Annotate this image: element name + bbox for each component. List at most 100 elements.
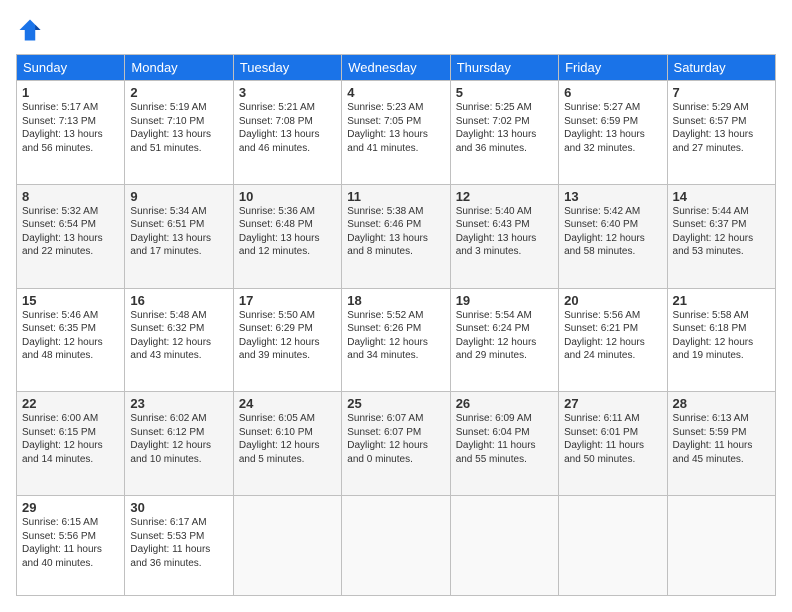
day-info: Sunrise: 5:54 AM Sunset: 6:24 PM Dayligh… xyxy=(456,309,553,363)
day-info: Sunrise: 5:29 AM Sunset: 6:57 PM Dayligh… xyxy=(673,101,770,155)
calendar-cell xyxy=(559,496,667,596)
day-number: 12 xyxy=(456,189,553,204)
day-info: Sunrise: 6:09 AM Sunset: 6:04 PM Dayligh… xyxy=(456,412,553,466)
calendar-week-1: 1Sunrise: 5:17 AM Sunset: 7:13 PM Daylig… xyxy=(17,81,776,185)
page: SundayMondayTuesdayWednesdayThursdayFrid… xyxy=(0,0,792,612)
day-number: 19 xyxy=(456,293,553,308)
day-info: Sunrise: 6:05 AM Sunset: 6:10 PM Dayligh… xyxy=(239,412,336,466)
day-info: Sunrise: 6:11 AM Sunset: 6:01 PM Dayligh… xyxy=(564,412,661,466)
day-info: Sunrise: 5:38 AM Sunset: 6:46 PM Dayligh… xyxy=(347,205,444,259)
calendar-header-thursday: Thursday xyxy=(450,55,558,81)
calendar-cell: 6Sunrise: 5:27 AM Sunset: 6:59 PM Daylig… xyxy=(559,81,667,185)
day-info: Sunrise: 5:17 AM Sunset: 7:13 PM Dayligh… xyxy=(22,101,119,155)
day-info: Sunrise: 5:52 AM Sunset: 6:26 PM Dayligh… xyxy=(347,309,444,363)
day-number: 7 xyxy=(673,85,770,100)
day-number: 2 xyxy=(130,85,227,100)
calendar-cell: 11Sunrise: 5:38 AM Sunset: 6:46 PM Dayli… xyxy=(342,184,450,288)
calendar-cell: 21Sunrise: 5:58 AM Sunset: 6:18 PM Dayli… xyxy=(667,288,775,392)
day-number: 28 xyxy=(673,396,770,411)
calendar-cell: 24Sunrise: 6:05 AM Sunset: 6:10 PM Dayli… xyxy=(233,392,341,496)
calendar-cell: 10Sunrise: 5:36 AM Sunset: 6:48 PM Dayli… xyxy=(233,184,341,288)
day-number: 29 xyxy=(22,500,119,515)
day-number: 25 xyxy=(347,396,444,411)
day-number: 14 xyxy=(673,189,770,204)
day-number: 22 xyxy=(22,396,119,411)
calendar-cell xyxy=(233,496,341,596)
calendar-cell: 8Sunrise: 5:32 AM Sunset: 6:54 PM Daylig… xyxy=(17,184,125,288)
day-info: Sunrise: 6:13 AM Sunset: 5:59 PM Dayligh… xyxy=(673,412,770,466)
calendar-cell: 12Sunrise: 5:40 AM Sunset: 6:43 PM Dayli… xyxy=(450,184,558,288)
day-info: Sunrise: 6:07 AM Sunset: 6:07 PM Dayligh… xyxy=(347,412,444,466)
calendar-cell: 16Sunrise: 5:48 AM Sunset: 6:32 PM Dayli… xyxy=(125,288,233,392)
day-info: Sunrise: 5:46 AM Sunset: 6:35 PM Dayligh… xyxy=(22,309,119,363)
day-number: 30 xyxy=(130,500,227,515)
calendar-cell: 28Sunrise: 6:13 AM Sunset: 5:59 PM Dayli… xyxy=(667,392,775,496)
calendar-cell xyxy=(342,496,450,596)
day-info: Sunrise: 5:40 AM Sunset: 6:43 PM Dayligh… xyxy=(456,205,553,259)
day-number: 15 xyxy=(22,293,119,308)
day-number: 21 xyxy=(673,293,770,308)
calendar-header-friday: Friday xyxy=(559,55,667,81)
calendar-week-3: 15Sunrise: 5:46 AM Sunset: 6:35 PM Dayli… xyxy=(17,288,776,392)
calendar-cell xyxy=(450,496,558,596)
calendar-cell: 25Sunrise: 6:07 AM Sunset: 6:07 PM Dayli… xyxy=(342,392,450,496)
day-number: 4 xyxy=(347,85,444,100)
header xyxy=(16,16,776,44)
day-info: Sunrise: 5:42 AM Sunset: 6:40 PM Dayligh… xyxy=(564,205,661,259)
day-number: 13 xyxy=(564,189,661,204)
day-number: 11 xyxy=(347,189,444,204)
calendar-cell: 17Sunrise: 5:50 AM Sunset: 6:29 PM Dayli… xyxy=(233,288,341,392)
day-number: 26 xyxy=(456,396,553,411)
day-info: Sunrise: 5:27 AM Sunset: 6:59 PM Dayligh… xyxy=(564,101,661,155)
day-info: Sunrise: 5:48 AM Sunset: 6:32 PM Dayligh… xyxy=(130,309,227,363)
day-number: 3 xyxy=(239,85,336,100)
calendar-header-tuesday: Tuesday xyxy=(233,55,341,81)
calendar-week-5: 29Sunrise: 6:15 AM Sunset: 5:56 PM Dayli… xyxy=(17,496,776,596)
day-number: 18 xyxy=(347,293,444,308)
calendar-cell: 20Sunrise: 5:56 AM Sunset: 6:21 PM Dayli… xyxy=(559,288,667,392)
calendar-cell: 3Sunrise: 5:21 AM Sunset: 7:08 PM Daylig… xyxy=(233,81,341,185)
day-number: 24 xyxy=(239,396,336,411)
calendar-cell: 26Sunrise: 6:09 AM Sunset: 6:04 PM Dayli… xyxy=(450,392,558,496)
day-info: Sunrise: 5:56 AM Sunset: 6:21 PM Dayligh… xyxy=(564,309,661,363)
day-info: Sunrise: 5:34 AM Sunset: 6:51 PM Dayligh… xyxy=(130,205,227,259)
day-info: Sunrise: 6:02 AM Sunset: 6:12 PM Dayligh… xyxy=(130,412,227,466)
calendar-table: SundayMondayTuesdayWednesdayThursdayFrid… xyxy=(16,54,776,596)
day-info: Sunrise: 5:44 AM Sunset: 6:37 PM Dayligh… xyxy=(673,205,770,259)
day-number: 27 xyxy=(564,396,661,411)
calendar-cell: 30Sunrise: 6:17 AM Sunset: 5:53 PM Dayli… xyxy=(125,496,233,596)
calendar-cell: 2Sunrise: 5:19 AM Sunset: 7:10 PM Daylig… xyxy=(125,81,233,185)
calendar-header-row: SundayMondayTuesdayWednesdayThursdayFrid… xyxy=(17,55,776,81)
calendar-cell: 18Sunrise: 5:52 AM Sunset: 6:26 PM Dayli… xyxy=(342,288,450,392)
day-number: 23 xyxy=(130,396,227,411)
day-info: Sunrise: 5:50 AM Sunset: 6:29 PM Dayligh… xyxy=(239,309,336,363)
calendar-cell: 4Sunrise: 5:23 AM Sunset: 7:05 PM Daylig… xyxy=(342,81,450,185)
day-info: Sunrise: 6:15 AM Sunset: 5:56 PM Dayligh… xyxy=(22,516,119,570)
day-number: 6 xyxy=(564,85,661,100)
calendar-week-4: 22Sunrise: 6:00 AM Sunset: 6:15 PM Dayli… xyxy=(17,392,776,496)
day-number: 17 xyxy=(239,293,336,308)
calendar-cell: 15Sunrise: 5:46 AM Sunset: 6:35 PM Dayli… xyxy=(17,288,125,392)
day-info: Sunrise: 5:58 AM Sunset: 6:18 PM Dayligh… xyxy=(673,309,770,363)
day-number: 9 xyxy=(130,189,227,204)
day-number: 16 xyxy=(130,293,227,308)
day-number: 1 xyxy=(22,85,119,100)
calendar-header-sunday: Sunday xyxy=(17,55,125,81)
calendar-header-monday: Monday xyxy=(125,55,233,81)
calendar-week-2: 8Sunrise: 5:32 AM Sunset: 6:54 PM Daylig… xyxy=(17,184,776,288)
calendar-cell: 14Sunrise: 5:44 AM Sunset: 6:37 PM Dayli… xyxy=(667,184,775,288)
logo xyxy=(16,16,48,44)
calendar-cell: 1Sunrise: 5:17 AM Sunset: 7:13 PM Daylig… xyxy=(17,81,125,185)
calendar-cell: 9Sunrise: 5:34 AM Sunset: 6:51 PM Daylig… xyxy=(125,184,233,288)
day-info: Sunrise: 5:23 AM Sunset: 7:05 PM Dayligh… xyxy=(347,101,444,155)
day-number: 5 xyxy=(456,85,553,100)
calendar-cell: 19Sunrise: 5:54 AM Sunset: 6:24 PM Dayli… xyxy=(450,288,558,392)
calendar-header-saturday: Saturday xyxy=(667,55,775,81)
day-info: Sunrise: 5:25 AM Sunset: 7:02 PM Dayligh… xyxy=(456,101,553,155)
day-number: 10 xyxy=(239,189,336,204)
day-number: 8 xyxy=(22,189,119,204)
calendar-cell xyxy=(667,496,775,596)
calendar-cell: 5Sunrise: 5:25 AM Sunset: 7:02 PM Daylig… xyxy=(450,81,558,185)
day-info: Sunrise: 6:00 AM Sunset: 6:15 PM Dayligh… xyxy=(22,412,119,466)
day-info: Sunrise: 6:17 AM Sunset: 5:53 PM Dayligh… xyxy=(130,516,227,570)
